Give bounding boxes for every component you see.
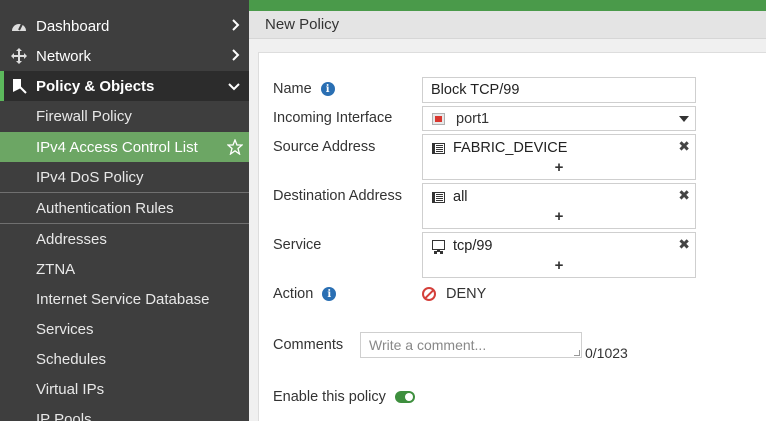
- sidebar-item-label: IPv4 DoS Policy: [36, 168, 144, 186]
- incoming-interface-value: port1: [456, 110, 490, 127]
- sidebar-item-label: Network: [36, 47, 92, 65]
- destination-address-label: Destination Address: [273, 188, 402, 204]
- deny-icon: [422, 287, 436, 301]
- page-title: New Policy: [265, 16, 340, 33]
- sidebar-item-label: Schedules: [36, 350, 107, 368]
- sidebar-item-label: Addresses: [36, 230, 107, 248]
- address-icon: [432, 191, 445, 203]
- service-icon: [432, 240, 445, 252]
- remove-icon[interactable]: ✖: [678, 138, 690, 155]
- star-icon[interactable]: [226, 138, 244, 159]
- sidebar-item-ipv4-acl[interactable]: IPv4 Access Control List: [0, 132, 249, 162]
- chevron-right-icon: [231, 48, 241, 66]
- add-service-button[interactable]: +: [423, 257, 695, 274]
- sidebar-item-label: Authentication Rules: [36, 199, 174, 217]
- action-label: Action i: [273, 286, 337, 302]
- sidebar-item-authentication-rules[interactable]: Authentication Rules: [0, 193, 249, 223]
- sidebar-item-ip-pools[interactable]: IP Pools: [0, 404, 249, 421]
- destination-address-entry[interactable]: all: [432, 189, 468, 205]
- sidebar-item-dashboard[interactable]: Dashboard: [0, 11, 249, 41]
- source-address-entry[interactable]: FABRIC_DEVICE: [432, 140, 567, 156]
- name-label: Name i: [273, 81, 335, 97]
- remove-icon[interactable]: ✖: [678, 236, 690, 253]
- network-icon: [10, 47, 28, 65]
- sidebar-item-label: Services: [36, 320, 94, 338]
- policy-form: Name i Block TCP/99 Incoming Interface p…: [258, 52, 766, 421]
- sidebar-item-ztna[interactable]: ZTNA: [0, 254, 249, 284]
- enable-policy-label: Enable this policy: [273, 389, 386, 405]
- dropdown-caret-icon: [679, 116, 689, 122]
- enable-policy-toggle[interactable]: [394, 391, 415, 403]
- service-field[interactable]: tcp/99 ✖ +: [422, 232, 696, 278]
- info-icon[interactable]: i: [320, 82, 335, 96]
- page-header: New Policy: [249, 11, 766, 39]
- policy-icon: [10, 77, 28, 95]
- sidebar: Dashboard Network Policy & Objects Firew…: [0, 0, 249, 421]
- comments-placeholder: Write a comment...: [369, 337, 487, 353]
- service-label: Service: [273, 237, 322, 253]
- sidebar-item-internet-service-database[interactable]: Internet Service Database: [0, 284, 249, 314]
- source-address-field[interactable]: FABRIC_DEVICE ✖ +: [422, 134, 696, 180]
- chevron-down-icon: [227, 79, 241, 96]
- comments-textarea[interactable]: Write a comment...: [360, 332, 582, 358]
- sidebar-item-virtual-ips[interactable]: Virtual IPs: [0, 374, 249, 404]
- action-value: DENY: [422, 286, 486, 302]
- incoming-interface-label: Incoming Interface: [273, 110, 393, 126]
- sidebar-item-label: ZTNA: [36, 260, 76, 278]
- top-accent-bar: [249, 0, 766, 11]
- sidebar-item-ipv4-dos-policy[interactable]: IPv4 DoS Policy: [0, 162, 249, 192]
- comments-counter: 0/1023: [585, 345, 628, 361]
- add-source-button[interactable]: +: [423, 159, 695, 176]
- sidebar-item-services[interactable]: Services: [0, 314, 249, 344]
- sidebar-item-label: Internet Service Database: [36, 290, 210, 308]
- sidebar-item-label: IP Pools: [36, 410, 92, 421]
- address-icon: [432, 142, 445, 154]
- chevron-right-icon: [231, 18, 241, 36]
- sidebar-item-label: Policy & Objects: [36, 77, 155, 95]
- sidebar-item-policy-objects[interactable]: Policy & Objects: [0, 71, 249, 101]
- resize-grip-icon[interactable]: [574, 350, 580, 356]
- sidebar-item-schedules[interactable]: Schedules: [0, 344, 249, 374]
- comments-label: Comments: [273, 337, 344, 353]
- sidebar-item-label: Virtual IPs: [36, 380, 105, 398]
- remove-icon[interactable]: ✖: [678, 187, 690, 204]
- port-icon: [432, 112, 445, 125]
- sidebar-item-addresses[interactable]: Addresses: [0, 224, 249, 254]
- sidebar-item-label: IPv4 Access Control List: [36, 138, 198, 156]
- name-field[interactable]: Block TCP/99: [422, 77, 696, 103]
- service-entry[interactable]: tcp/99: [432, 238, 493, 254]
- dashboard-icon: [10, 17, 28, 35]
- enable-policy-row: Enable this policy: [273, 389, 415, 405]
- incoming-interface-select[interactable]: port1: [422, 106, 696, 131]
- sidebar-item-firewall-policy[interactable]: Firewall Policy: [0, 101, 249, 131]
- info-icon[interactable]: i: [322, 287, 337, 301]
- sidebar-item-network[interactable]: Network: [0, 41, 249, 71]
- source-address-label: Source Address: [273, 139, 376, 155]
- add-destination-button[interactable]: +: [423, 208, 695, 225]
- destination-address-field[interactable]: all ✖ +: [422, 183, 696, 229]
- sidebar-item-label: Dashboard: [36, 17, 110, 35]
- sidebar-item-label: Firewall Policy: [36, 107, 132, 125]
